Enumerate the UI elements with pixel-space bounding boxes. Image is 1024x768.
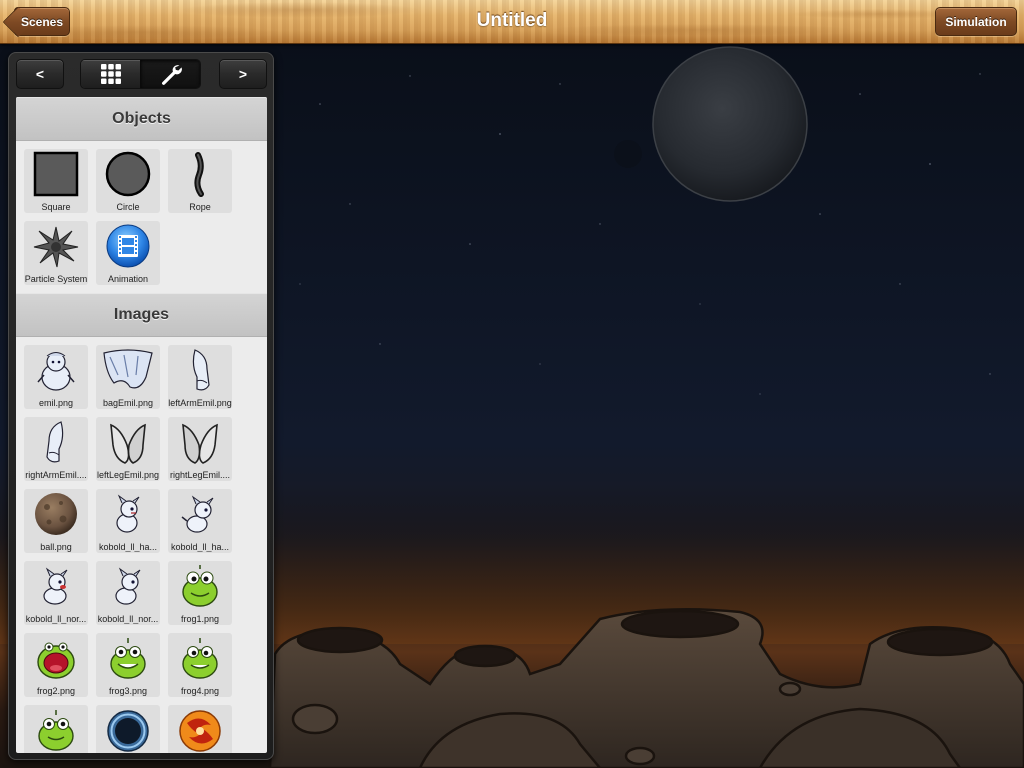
image-tile[interactable]: kobold_ll_nor... <box>24 561 88 625</box>
object-tile-particle-system[interactable]: Particle System <box>24 221 88 285</box>
right-arm-sprite-icon <box>46 421 64 463</box>
image-tile[interactable]: bagEmil.png <box>96 345 160 409</box>
object-label: Rope <box>189 202 211 212</box>
objects-section-header: Objects <box>16 97 267 141</box>
scene-title: Untitled <box>476 10 548 31</box>
segment-grid[interactable] <box>81 60 140 88</box>
image-tile[interactable]: frog3.png <box>96 633 160 697</box>
objects-grid: Square Circle Rope Particle System Anima… <box>16 141 267 293</box>
swirl-ball-sprite-icon <box>179 710 221 752</box>
image-tile[interactable]: kobold_ll_nor... <box>96 561 160 625</box>
image-tile[interactable]: frog2.png <box>24 633 88 697</box>
ball-sprite-icon <box>35 493 77 535</box>
kobold-sprite-icon <box>43 567 68 605</box>
image-tile[interactable]: leftLegEmil.png <box>96 417 160 481</box>
image-label: rightArmEmil.... <box>25 470 87 480</box>
image-tile[interactable]: rightArmEmil.... <box>24 417 88 481</box>
frog-sprite-icon <box>182 638 218 679</box>
image-label: emil.png <box>38 398 74 408</box>
image-label: ball.png <box>40 542 72 552</box>
image-tile[interactable]: leftArmEmil.png <box>168 345 232 409</box>
rope-icon <box>194 152 204 197</box>
image-tile[interactable]: kobold_ll_ha... <box>96 489 160 553</box>
image-tile[interactable]: emil.png <box>24 345 88 409</box>
images-grid: emil.png bagEmil.png leftArmEmil.png rig… <box>16 337 267 753</box>
image-tile[interactable]: ball.png <box>24 489 88 553</box>
object-label: Animation <box>107 274 149 284</box>
image-label: rightLegEmil.... <box>169 470 231 480</box>
object-tile-circle[interactable]: Circle <box>96 149 160 213</box>
simulation-button[interactable]: Simulation <box>935 7 1017 36</box>
object-tile-square[interactable]: Square <box>24 149 88 213</box>
image-label: kobold_ll_nor... <box>25 614 87 624</box>
frog-sprite-icon <box>37 642 75 679</box>
next-button[interactable]: > <box>219 59 267 89</box>
image-label: kobold_ll_ha... <box>98 542 158 552</box>
left-arm-sprite-icon <box>192 349 210 391</box>
image-tile[interactable] <box>96 705 160 753</box>
library-mode-segmented-control <box>80 59 201 89</box>
image-label: frog4.png <box>180 686 220 696</box>
image-tile[interactable]: kobold_ll_ha... <box>168 489 232 553</box>
image-label: kobold_ll_ha... <box>170 542 230 552</box>
image-tile[interactable] <box>24 705 88 753</box>
frog-sprite-icon <box>38 710 74 751</box>
object-label: Circle <box>116 202 140 212</box>
emil-sprite-icon <box>37 352 75 391</box>
image-label: bagEmil.png <box>102 398 154 408</box>
frog-sprite-icon <box>110 638 146 679</box>
library-list[interactable]: Objects Square Circle Rope Particle Syst… <box>16 97 267 753</box>
library-panel: < > Objects Square Circle Rope Particle … <box>8 52 274 760</box>
wrench-icon <box>161 65 182 85</box>
frog-sprite-icon <box>182 565 218 607</box>
kobold-sprite-icon <box>181 495 214 533</box>
image-label: kobold_ll_nor... <box>97 614 159 624</box>
image-tile[interactable]: rightLegEmil.... <box>168 417 232 481</box>
images-section-header: Images <box>16 293 267 337</box>
left-leg-sprite-icon <box>110 423 146 464</box>
image-tile[interactable] <box>168 705 232 753</box>
object-tile-rope[interactable]: Rope <box>168 149 232 213</box>
previous-button[interactable]: < <box>16 59 64 89</box>
bag-sprite-icon <box>103 349 153 389</box>
image-label: leftArmEmil.png <box>168 398 232 408</box>
image-label: frog2.png <box>36 686 76 696</box>
kobold-sprite-icon <box>116 494 140 533</box>
bubble-ring-sprite-icon <box>107 710 149 752</box>
object-label: Square <box>41 202 71 212</box>
square-icon <box>33 151 79 197</box>
moon <box>652 46 808 202</box>
image-label: frog1.png <box>180 614 220 624</box>
segment-tools[interactable] <box>140 60 200 88</box>
right-leg-sprite-icon <box>182 423 218 464</box>
kobold-sprite-icon <box>115 567 141 605</box>
particle-system-icon <box>33 226 79 268</box>
object-label: Particle System <box>24 274 88 284</box>
image-label: leftLegEmil.png <box>96 470 160 480</box>
object-tile-animation[interactable]: Animation <box>96 221 160 285</box>
circle-icon <box>105 151 151 197</box>
grid-icon <box>100 64 121 84</box>
image-tile[interactable]: frog4.png <box>168 633 232 697</box>
image-tile[interactable]: frog1.png <box>168 561 232 625</box>
animation-film-icon <box>106 224 150 268</box>
image-label: frog3.png <box>108 686 148 696</box>
